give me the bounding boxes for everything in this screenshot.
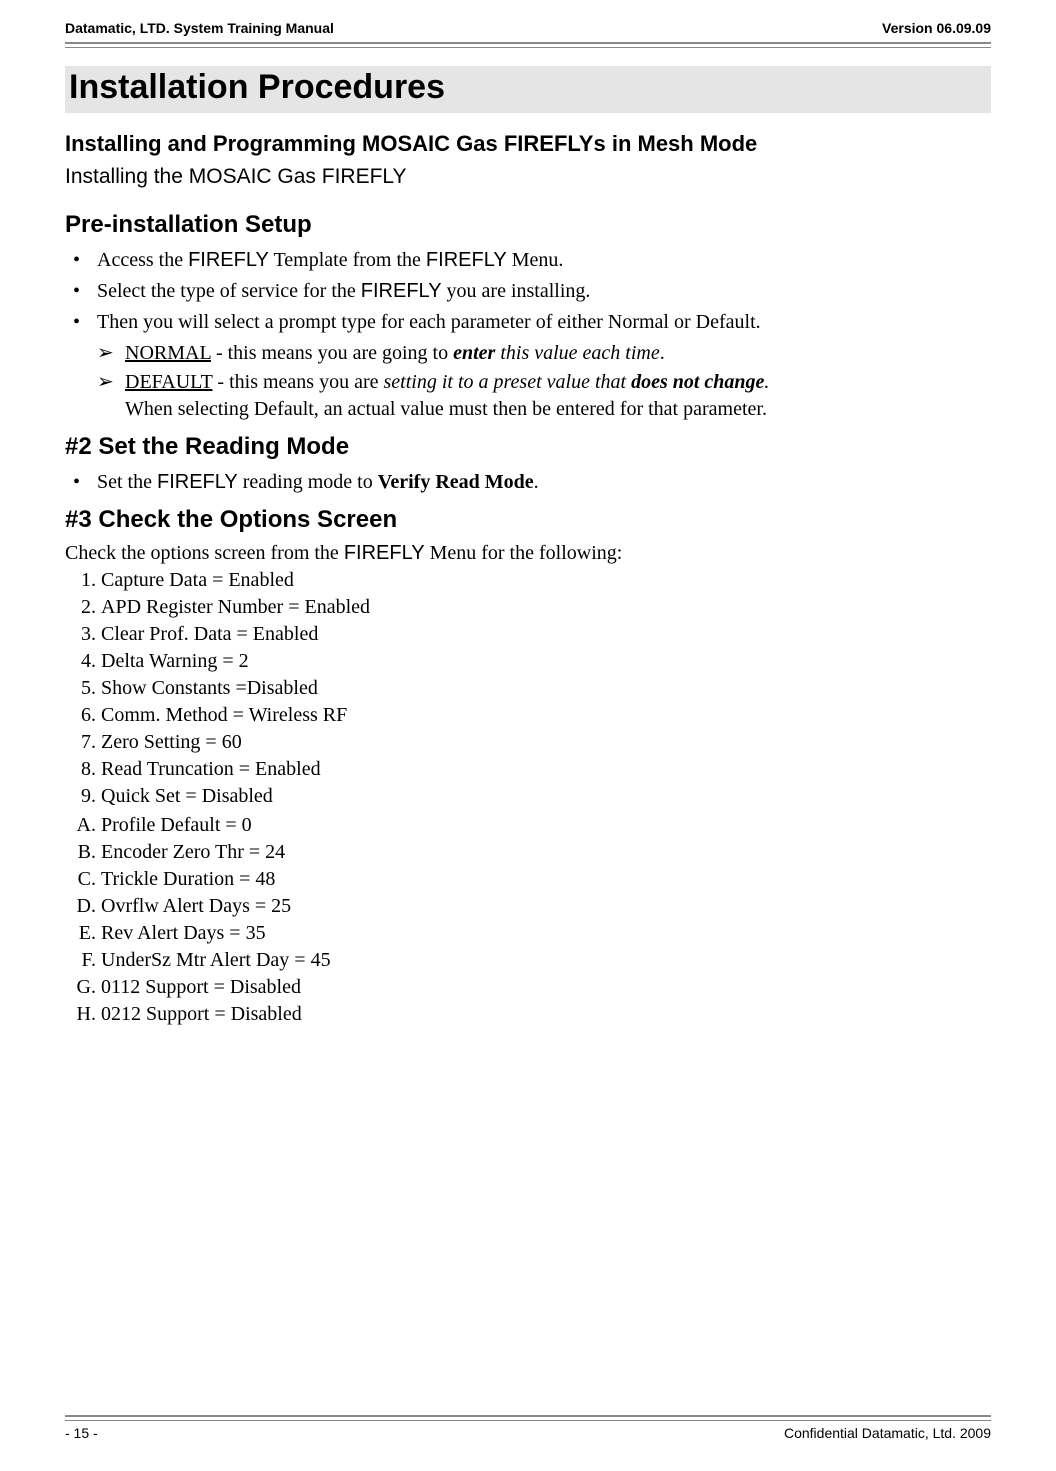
text: you are installing. bbox=[442, 280, 591, 302]
list-item: Set the FIREFLY reading mode to Verify R… bbox=[69, 469, 991, 496]
header-left: Datamatic, LTD. System Training Manual bbox=[65, 20, 334, 36]
firefly-term: FIREFLY bbox=[157, 471, 238, 493]
list-item: 0212 Support = Disabled bbox=[101, 1001, 991, 1028]
text: setting it to a preset value that bbox=[384, 371, 632, 393]
bold-term: Verify Read Mode bbox=[378, 471, 534, 493]
text: Template from the bbox=[269, 249, 426, 271]
text: reading mode to bbox=[238, 471, 378, 493]
list-item: Rev Alert Days = 35 bbox=[101, 920, 991, 947]
firefly-term: FIREFLY bbox=[188, 249, 269, 271]
footer-row: - 15 - Confidential Datamatic, Ltd. 2009 bbox=[65, 1425, 991, 1441]
text: Access the bbox=[97, 249, 188, 271]
text: Menu. bbox=[507, 249, 564, 271]
options-heading: #3 Check the Options Screen bbox=[65, 506, 991, 534]
list-item: Zero Setting = 60 bbox=[101, 729, 991, 756]
list-item: APD Register Number = Enabled bbox=[101, 594, 991, 621]
text: Set the bbox=[97, 471, 157, 493]
list-item: Comm. Method = Wireless RF bbox=[101, 702, 991, 729]
list-item: Show Constants =Disabled bbox=[101, 675, 991, 702]
preinstall-sublist: NORMAL - this means you are going to ent… bbox=[97, 340, 991, 423]
list-item: UnderSz Mtr Alert Day = 45 bbox=[101, 947, 991, 974]
enter-term: enter bbox=[453, 342, 495, 364]
text: When selecting Default, an actual value … bbox=[125, 398, 767, 420]
text: Then you will select a prompt type for e… bbox=[97, 311, 761, 333]
reading-heading: #2 Set the Reading Mode bbox=[65, 433, 991, 461]
list-item: Access the FIREFLY Template from the FIR… bbox=[69, 247, 991, 274]
text: Check the options screen from the bbox=[65, 542, 344, 564]
options-alpha-list: Profile Default = 0 Encoder Zero Thr = 2… bbox=[65, 812, 991, 1028]
list-item: Capture Data = Enabled bbox=[101, 567, 991, 594]
firefly-term: FIREFLY bbox=[361, 280, 442, 302]
header-right: Version 06.09.09 bbox=[882, 20, 991, 36]
list-item: Profile Default = 0 bbox=[101, 812, 991, 839]
list-item: Encoder Zero Thr = 24 bbox=[101, 839, 991, 866]
normal-label: NORMAL bbox=[125, 342, 211, 364]
section-subtitle: Installing and Programming MOSAIC Gas FI… bbox=[65, 131, 991, 157]
text: Menu for the following: bbox=[425, 542, 623, 564]
bold-term: does not change bbox=[631, 371, 764, 393]
page-number: - 15 - bbox=[65, 1425, 98, 1441]
page-header: Datamatic, LTD. System Training Manual V… bbox=[65, 20, 991, 42]
list-item: Trickle Duration = 48 bbox=[101, 866, 991, 893]
preinstall-heading: Pre-installation Setup bbox=[65, 211, 991, 239]
footer-copyright: Confidential Datamatic, Ltd. 2009 bbox=[784, 1425, 991, 1441]
text: - this means you are bbox=[212, 371, 383, 393]
options-numeric-list: Capture Data = Enabled APD Register Numb… bbox=[65, 567, 991, 810]
firefly-term: FIREFLY bbox=[344, 542, 425, 564]
list-item: Clear Prof. Data = Enabled bbox=[101, 621, 991, 648]
text: . bbox=[764, 371, 769, 393]
preinstall-list: Access the FIREFLY Template from the FIR… bbox=[65, 247, 991, 423]
firefly-term: FIREFLY bbox=[426, 249, 507, 271]
options-intro: Check the options screen from the FIREFL… bbox=[65, 542, 991, 565]
footer-rule bbox=[65, 1415, 991, 1421]
page-footer: - 15 - Confidential Datamatic, Ltd. 2009 bbox=[65, 1415, 991, 1441]
list-item: 0112 Support = Disabled bbox=[101, 974, 991, 1001]
list-item: NORMAL - this means you are going to ent… bbox=[97, 340, 991, 367]
list-item: Ovrflw Alert Days = 25 bbox=[101, 893, 991, 920]
list-item: Read Truncation = Enabled bbox=[101, 756, 991, 783]
page: Datamatic, LTD. System Training Manual V… bbox=[0, 0, 1056, 1471]
text: Select the type of service for the bbox=[97, 280, 361, 302]
text: . bbox=[534, 471, 539, 493]
page-title: Installation Procedures bbox=[65, 66, 991, 113]
list-item: Delta Warning = 2 bbox=[101, 648, 991, 675]
default-label: DEFAULT bbox=[125, 371, 212, 393]
installing-line: Installing the MOSAIC Gas FIREFLY bbox=[65, 165, 991, 189]
header-rule bbox=[65, 42, 991, 48]
text: - this means you are going to bbox=[211, 342, 453, 364]
list-item: Then you will select a prompt type for e… bbox=[69, 309, 991, 423]
list-item: Select the type of service for the FIREF… bbox=[69, 278, 991, 305]
reading-list: Set the FIREFLY reading mode to Verify R… bbox=[65, 469, 991, 496]
list-item: DEFAULT - this means you are setting it … bbox=[97, 369, 991, 423]
text: . bbox=[660, 342, 665, 364]
text: this value each time bbox=[495, 342, 659, 364]
list-item: Quick Set = Disabled bbox=[101, 783, 991, 810]
